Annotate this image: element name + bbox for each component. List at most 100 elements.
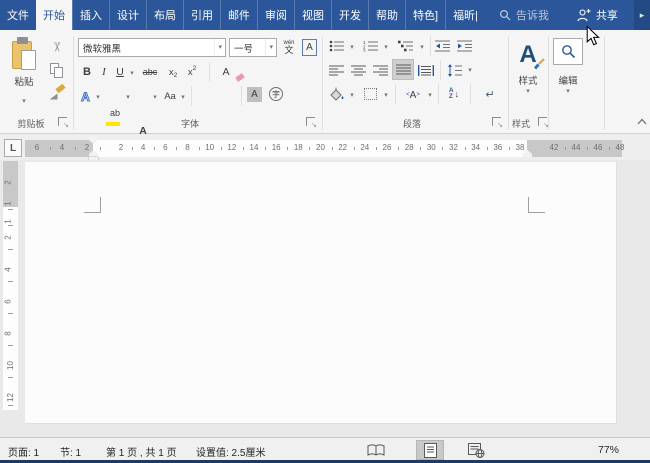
tab-file[interactable]: 文件 [0, 0, 36, 30]
tab-scroll-right-button[interactable]: ▸ [634, 0, 650, 30]
tab-special[interactable]: 特色] [405, 0, 445, 30]
show-hide-marks-button[interactable]: ↵ [480, 85, 500, 103]
editing-find-button[interactable] [553, 38, 583, 65]
tell-me-search[interactable]: 告诉我 [499, 0, 549, 30]
numbering-button[interactable]: 123 [362, 38, 379, 54]
shading-bucket-icon [329, 87, 343, 101]
underline-button[interactable]: U [113, 63, 127, 81]
asian-layout-button[interactable]: ˂ A ˃ [401, 86, 425, 104]
tab-view[interactable]: 视图 [294, 0, 331, 30]
superscript-button[interactable]: x2 [184, 63, 200, 81]
multilevel-dropdown[interactable] [418, 42, 426, 52]
change-case-button[interactable]: Aa [162, 87, 178, 105]
page-indicator[interactable]: 页面: 1 [8, 444, 39, 459]
distribute-button[interactable] [417, 62, 435, 78]
bullets-dropdown[interactable] [348, 42, 356, 52]
font-color-dropdown[interactable] [151, 92, 159, 102]
clipboard-dialog-launcher[interactable] [58, 117, 69, 129]
phonetic-guide-button[interactable]: wén 文 [280, 37, 298, 57]
sort-button[interactable]: AZ ↓ [444, 85, 464, 103]
font-name-combo[interactable]: 微软雅黑 [78, 38, 226, 57]
tab-stop-selector[interactable]: L [4, 139, 22, 157]
align-center-button[interactable] [350, 62, 367, 78]
v-ruler-bar[interactable]: 2 1 1 2 4 6 8 10 12 [3, 161, 18, 410]
justify-button-selected[interactable] [392, 59, 414, 80]
tab-label: 帮助 [376, 10, 398, 22]
highlight-dropdown[interactable] [124, 92, 132, 102]
shading-button[interactable] [327, 86, 345, 102]
collapse-ribbon-button[interactable] [636, 116, 648, 128]
text-effects-dropdown[interactable] [94, 92, 102, 102]
align-right-button[interactable] [372, 62, 389, 78]
margin-gauge-indicator: 设置值: 2.5厘米 [196, 448, 266, 459]
tab-review[interactable]: 审阅 [257, 0, 294, 30]
sort-arrow-icon: ↓ [454, 89, 460, 99]
share-person-icon [577, 8, 591, 22]
section-indicator[interactable]: 节: 1 [60, 444, 81, 459]
underline-dropdown[interactable] [128, 68, 136, 78]
numbering-dropdown[interactable] [382, 42, 390, 52]
cut-button[interactable]: ✂ [46, 38, 66, 56]
read-mode-button[interactable] [362, 440, 390, 460]
styles-dialog-launcher[interactable] [538, 117, 549, 129]
clear-formatting-button[interactable]: A [215, 63, 237, 81]
clipboard-group: 粘贴 ✂ [0, 30, 73, 112]
paste-clipboard-icon [11, 36, 37, 71]
format-painter-button[interactable] [46, 83, 66, 103]
tab-layout[interactable]: 布局 [146, 0, 183, 30]
styles-button[interactable]: A [512, 38, 545, 72]
print-layout-button[interactable] [416, 440, 444, 460]
search-icon [499, 9, 511, 21]
text-effects-button[interactable]: A [78, 87, 93, 107]
font-size-combo[interactable]: 一号 [229, 38, 277, 57]
tab-home[interactable]: 开始 [36, 0, 72, 30]
tab-help[interactable]: 帮助 [368, 0, 405, 30]
dropdown-arrow-icon[interactable] [214, 39, 225, 56]
font-dialog-launcher[interactable] [306, 117, 317, 129]
paste-button[interactable]: 粘贴 [4, 36, 44, 108]
tab-insert[interactable]: 插入 [72, 0, 109, 30]
tab-label: 福昕| [453, 10, 478, 22]
character-border-button[interactable]: A [301, 38, 318, 57]
tab-label: 设计 [117, 10, 139, 22]
tab-developer[interactable]: 开发 [331, 0, 368, 30]
enclose-characters-button[interactable]: 字 [269, 87, 283, 101]
dropdown-arrow-icon[interactable] [265, 39, 276, 56]
asian-layout-dropdown[interactable] [426, 90, 434, 100]
h-ruler-bar[interactable]: 6 4 2 2 4 6 8 10 12 14 16 18 20 22 24 26 28 30 32 34 36 38 42 4… [25, 140, 624, 157]
zoom-percentage[interactable]: 77% [598, 444, 619, 456]
change-case-dropdown[interactable] [179, 92, 187, 102]
styles-dropdown[interactable] [524, 86, 532, 96]
tab-references[interactable]: 引用 [183, 0, 220, 30]
mini-divider [241, 86, 242, 106]
character-shading-button[interactable]: A [247, 87, 262, 102]
page-count-indicator[interactable]: 第 1 页 , 共 1 页 [106, 444, 177, 459]
shading-dropdown[interactable] [348, 90, 356, 100]
line-spacing-button[interactable] [446, 61, 464, 79]
line-spacing-dropdown[interactable] [466, 65, 474, 75]
subscript-button[interactable]: x2 [165, 63, 181, 81]
italic-button[interactable]: I [98, 63, 110, 81]
editing-dropdown[interactable] [564, 86, 572, 96]
styles-group-label: 样式 [511, 119, 530, 129]
decrease-indent-button[interactable] [434, 38, 452, 54]
paragraph-dialog-launcher[interactable] [492, 117, 503, 129]
tab-label: 邮件 [228, 10, 250, 22]
tab-foxit[interactable]: 福昕| [445, 0, 485, 30]
borders-button[interactable] [362, 87, 378, 101]
margin-corner-mark [100, 197, 101, 213]
mini-divider [209, 62, 210, 82]
tab-design[interactable]: 设计 [109, 0, 146, 30]
web-layout-button[interactable] [462, 440, 490, 460]
margin-corner-mark [528, 197, 529, 213]
align-left-button[interactable] [328, 62, 345, 78]
multilevel-list-button[interactable] [397, 38, 414, 54]
copy-button[interactable] [46, 61, 66, 79]
borders-dropdown[interactable] [382, 90, 390, 100]
bullets-button[interactable] [328, 38, 345, 54]
bold-button[interactable]: B [79, 63, 95, 81]
tab-mailings[interactable]: 邮件 [220, 0, 257, 30]
strikethrough-button[interactable]: abc [139, 63, 161, 81]
tab-stop-glyph: L [9, 142, 17, 154]
increase-indent-button[interactable] [456, 38, 474, 54]
